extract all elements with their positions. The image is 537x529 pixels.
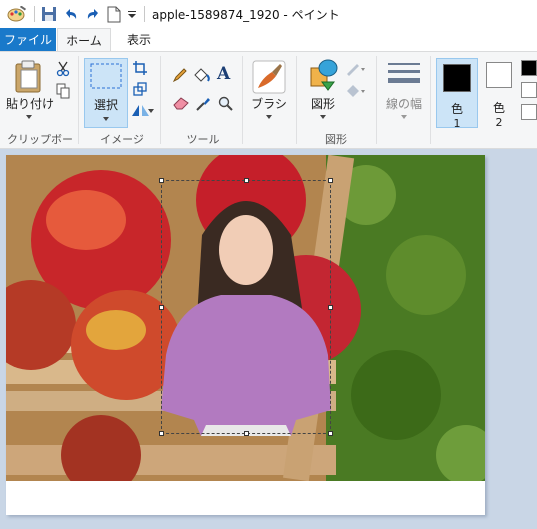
shapes-label: 図形 [310,97,335,111]
color2-number: 2 [495,116,503,129]
canvas-image [6,155,485,481]
copy-icon[interactable] [56,83,70,102]
paste-label: 貼り付け [6,97,55,111]
rotate-dropdown-arrow-icon[interactable] [148,109,154,113]
cut-icon[interactable] [56,61,70,80]
ribbon-home: 貼り付け クリップボード 選択 イメージ A ツール [0,51,537,162]
outline-icon[interactable] [345,62,367,79]
color1-swatch [443,64,471,92]
selection-handle[interactable] [159,431,164,436]
palette-black-swatch[interactable] [521,60,537,76]
resize-icon[interactable] [133,82,147,99]
quick-access-separator [34,6,35,22]
line-width-dropdown-arrow-icon[interactable] [401,115,407,119]
selection-handle[interactable] [328,305,333,310]
pencil-icon[interactable] [172,67,188,86]
brush-label: ブラシ [251,97,287,111]
palette-white-swatch[interactable] [521,82,537,98]
shapes-group-label: 図形 [325,133,347,146]
color1-button[interactable]: 色 1 [436,58,478,130]
new-file-icon[interactable] [106,5,122,23]
undo-icon[interactable] [62,5,80,23]
paste-button[interactable] [14,60,44,97]
selection-handle[interactable] [244,431,249,436]
selection-handle[interactable] [328,431,333,436]
eraser-icon[interactable] [172,96,190,113]
window-title: apple-1589874_1920 - ペイント [152,8,340,22]
tab-file[interactable]: ファイル [0,28,56,51]
group-separator [78,56,79,144]
drawing-canvas[interactable] [6,155,485,515]
group-separator [242,56,243,144]
tools-group-label: ツール [186,133,220,146]
tab-view[interactable]: 表示 [113,28,165,51]
color1-number: 1 [453,117,461,130]
shapes-dropdown-arrow-icon[interactable] [320,115,326,119]
select-button[interactable]: 選択 [84,58,128,128]
brush-icon[interactable] [252,60,286,97]
save-icon[interactable] [40,5,58,23]
line-width-label: 線の幅 [385,97,422,111]
workspace [0,149,537,529]
title-bar: apple-1589874_1920 - ペイント [0,0,537,28]
fill-icon[interactable] [345,84,367,101]
selection-rectangle[interactable] [159,178,333,436]
shapes-icon[interactable] [308,58,338,95]
color2-label: 色 [492,101,505,115]
select-dropdown-arrow-icon[interactable] [103,117,109,121]
color2-swatch[interactable] [486,62,512,88]
fill-bucket-icon[interactable] [193,67,211,86]
group-separator [296,56,297,144]
paint-app-icon[interactable] [6,5,28,23]
magnifier-icon[interactable] [218,96,234,115]
color1-label: 色 [450,102,463,116]
line-width-icon[interactable] [388,60,420,93]
paste-dropdown-arrow-icon[interactable] [26,115,32,119]
title-separator [144,6,145,22]
image-group-label: イメージ [100,133,144,146]
group-separator [160,56,161,144]
selection-handle[interactable] [159,305,164,310]
selection-handle[interactable] [159,178,164,183]
selection-handle[interactable] [328,178,333,183]
customize-arrow-icon[interactable] [126,5,138,23]
text-tool-icon[interactable]: A [217,64,230,84]
palette-white-swatch[interactable] [521,104,537,120]
ribbon-tab-bar: ファイル ホーム 表示 [0,28,537,51]
brush-dropdown-arrow-icon[interactable] [266,115,272,119]
redo-icon[interactable] [84,5,102,23]
crop-icon[interactable] [133,61,147,78]
selection-handle[interactable] [244,178,249,183]
color-picker-icon[interactable] [195,96,211,115]
tab-home[interactable]: ホーム [57,28,111,51]
select-label: 選択 [93,98,118,112]
group-separator [376,56,377,144]
group-separator [430,56,431,144]
